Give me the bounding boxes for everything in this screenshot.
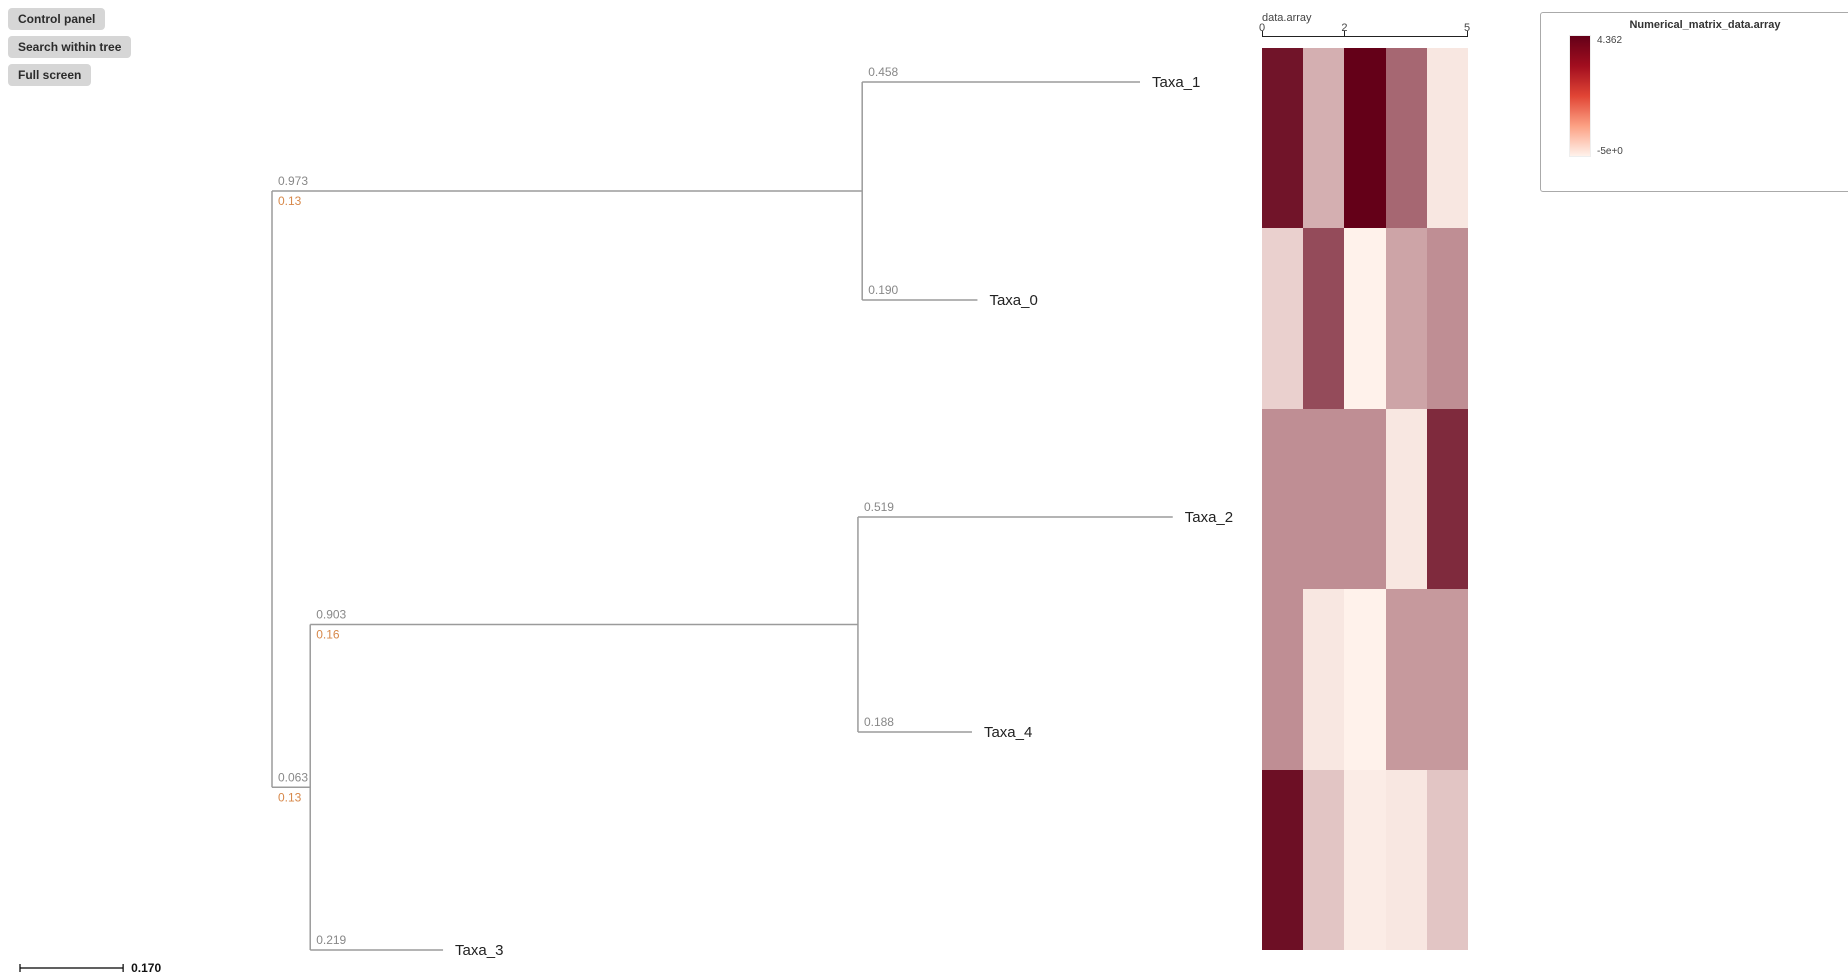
heatmap-tick-label: 5 — [1464, 22, 1470, 34]
heatmap-cell[interactable] — [1303, 770, 1344, 950]
heatmap-grid — [1262, 48, 1468, 950]
branch-length: 0.188 — [864, 715, 894, 729]
heatmap-cell[interactable] — [1427, 589, 1468, 769]
heatmap[interactable]: data.array0 2 5 — [1262, 12, 1468, 950]
heatmap-cell[interactable] — [1427, 770, 1468, 950]
scale-bar-label: 0.170 — [131, 961, 161, 975]
color-legend[interactable]: Numerical_matrix_data.array 4.362 -5e+0 — [1540, 12, 1848, 192]
branch-length: 0.190 — [868, 283, 898, 297]
support-value: 0.13 — [278, 194, 302, 208]
branch-length: 0.903 — [316, 608, 346, 622]
leaf-label: Taxa_0 — [989, 292, 1037, 309]
legend-color-bar — [1569, 35, 1591, 157]
legend-title: Numerical_matrix_data.array — [1551, 19, 1848, 31]
branch-length: 0.219 — [316, 933, 346, 947]
heatmap-cell[interactable] — [1427, 48, 1468, 228]
heatmap-cell[interactable] — [1262, 48, 1303, 228]
branch-length: 0.063 — [278, 770, 308, 784]
branch-length: 0.519 — [864, 500, 894, 514]
heatmap-tick-label: 2 — [1341, 22, 1347, 34]
heatmap-cell[interactable] — [1427, 409, 1468, 589]
support-value: 0.16 — [316, 628, 340, 642]
heatmap-cell[interactable] — [1386, 228, 1427, 408]
legend-max: 4.362 — [1597, 35, 1623, 46]
heatmap-cell[interactable] — [1262, 409, 1303, 589]
heatmap-cell[interactable] — [1303, 409, 1344, 589]
heatmap-cell[interactable] — [1262, 770, 1303, 950]
heatmap-axis-line — [1262, 36, 1468, 37]
heatmap-cell[interactable] — [1344, 48, 1385, 228]
heatmap-cell[interactable] — [1427, 228, 1468, 408]
leaf-label: Taxa_4 — [984, 724, 1032, 741]
heatmap-cell[interactable] — [1303, 228, 1344, 408]
legend-min: -5e+0 — [1597, 146, 1623, 157]
heatmap-cell[interactable] — [1262, 589, 1303, 769]
phylo-tree[interactable]: 0.973 0.13 0.458 Taxa_1 0.190 Taxa_0 0.063 0.13… — [0, 0, 1250, 980]
heatmap-cell[interactable] — [1262, 228, 1303, 408]
leaf-label: Taxa_2 — [1185, 509, 1233, 526]
heatmap-cell[interactable] — [1344, 409, 1385, 589]
heatmap-title: data.array — [1262, 12, 1312, 24]
support-value: 0.13 — [278, 790, 302, 804]
heatmap-cell[interactable] — [1344, 589, 1385, 769]
heatmap-cell[interactable] — [1344, 228, 1385, 408]
branch-length: 0.973 — [278, 174, 308, 188]
heatmap-cell[interactable] — [1386, 409, 1427, 589]
heatmap-tick-label: 0 — [1259, 22, 1265, 34]
heatmap-cell[interactable] — [1386, 589, 1427, 769]
heatmap-cell[interactable] — [1344, 770, 1385, 950]
heatmap-cell[interactable] — [1386, 770, 1427, 950]
branch-length: 0.458 — [868, 65, 898, 79]
heatmap-cell[interactable] — [1386, 48, 1427, 228]
heatmap-cell[interactable] — [1303, 48, 1344, 228]
leaf-label: Taxa_1 — [1152, 74, 1200, 91]
heatmap-cell[interactable] — [1303, 589, 1344, 769]
leaf-label: Taxa_3 — [455, 942, 503, 959]
